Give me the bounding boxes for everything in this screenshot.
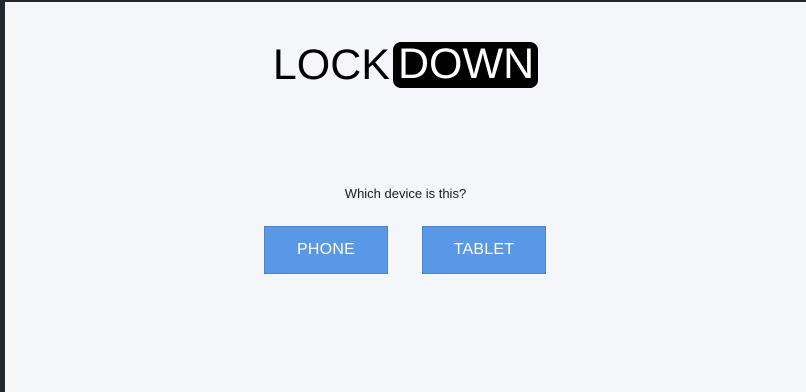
lockdown-logo: LOCK DOWN <box>5 42 806 88</box>
logo-text-down: DOWN <box>392 42 539 88</box>
page: LOCK DOWN Which device is this? PHONE TA… <box>5 2 806 392</box>
tablet-button[interactable]: TABLET <box>422 226 546 274</box>
phone-button[interactable]: PHONE <box>264 226 388 274</box>
device-question: Which device is this? <box>344 186 467 201</box>
window-frame: LOCK DOWN Which device is this? PHONE TA… <box>0 0 806 392</box>
logo-text-lock: LOCK <box>272 41 390 89</box>
